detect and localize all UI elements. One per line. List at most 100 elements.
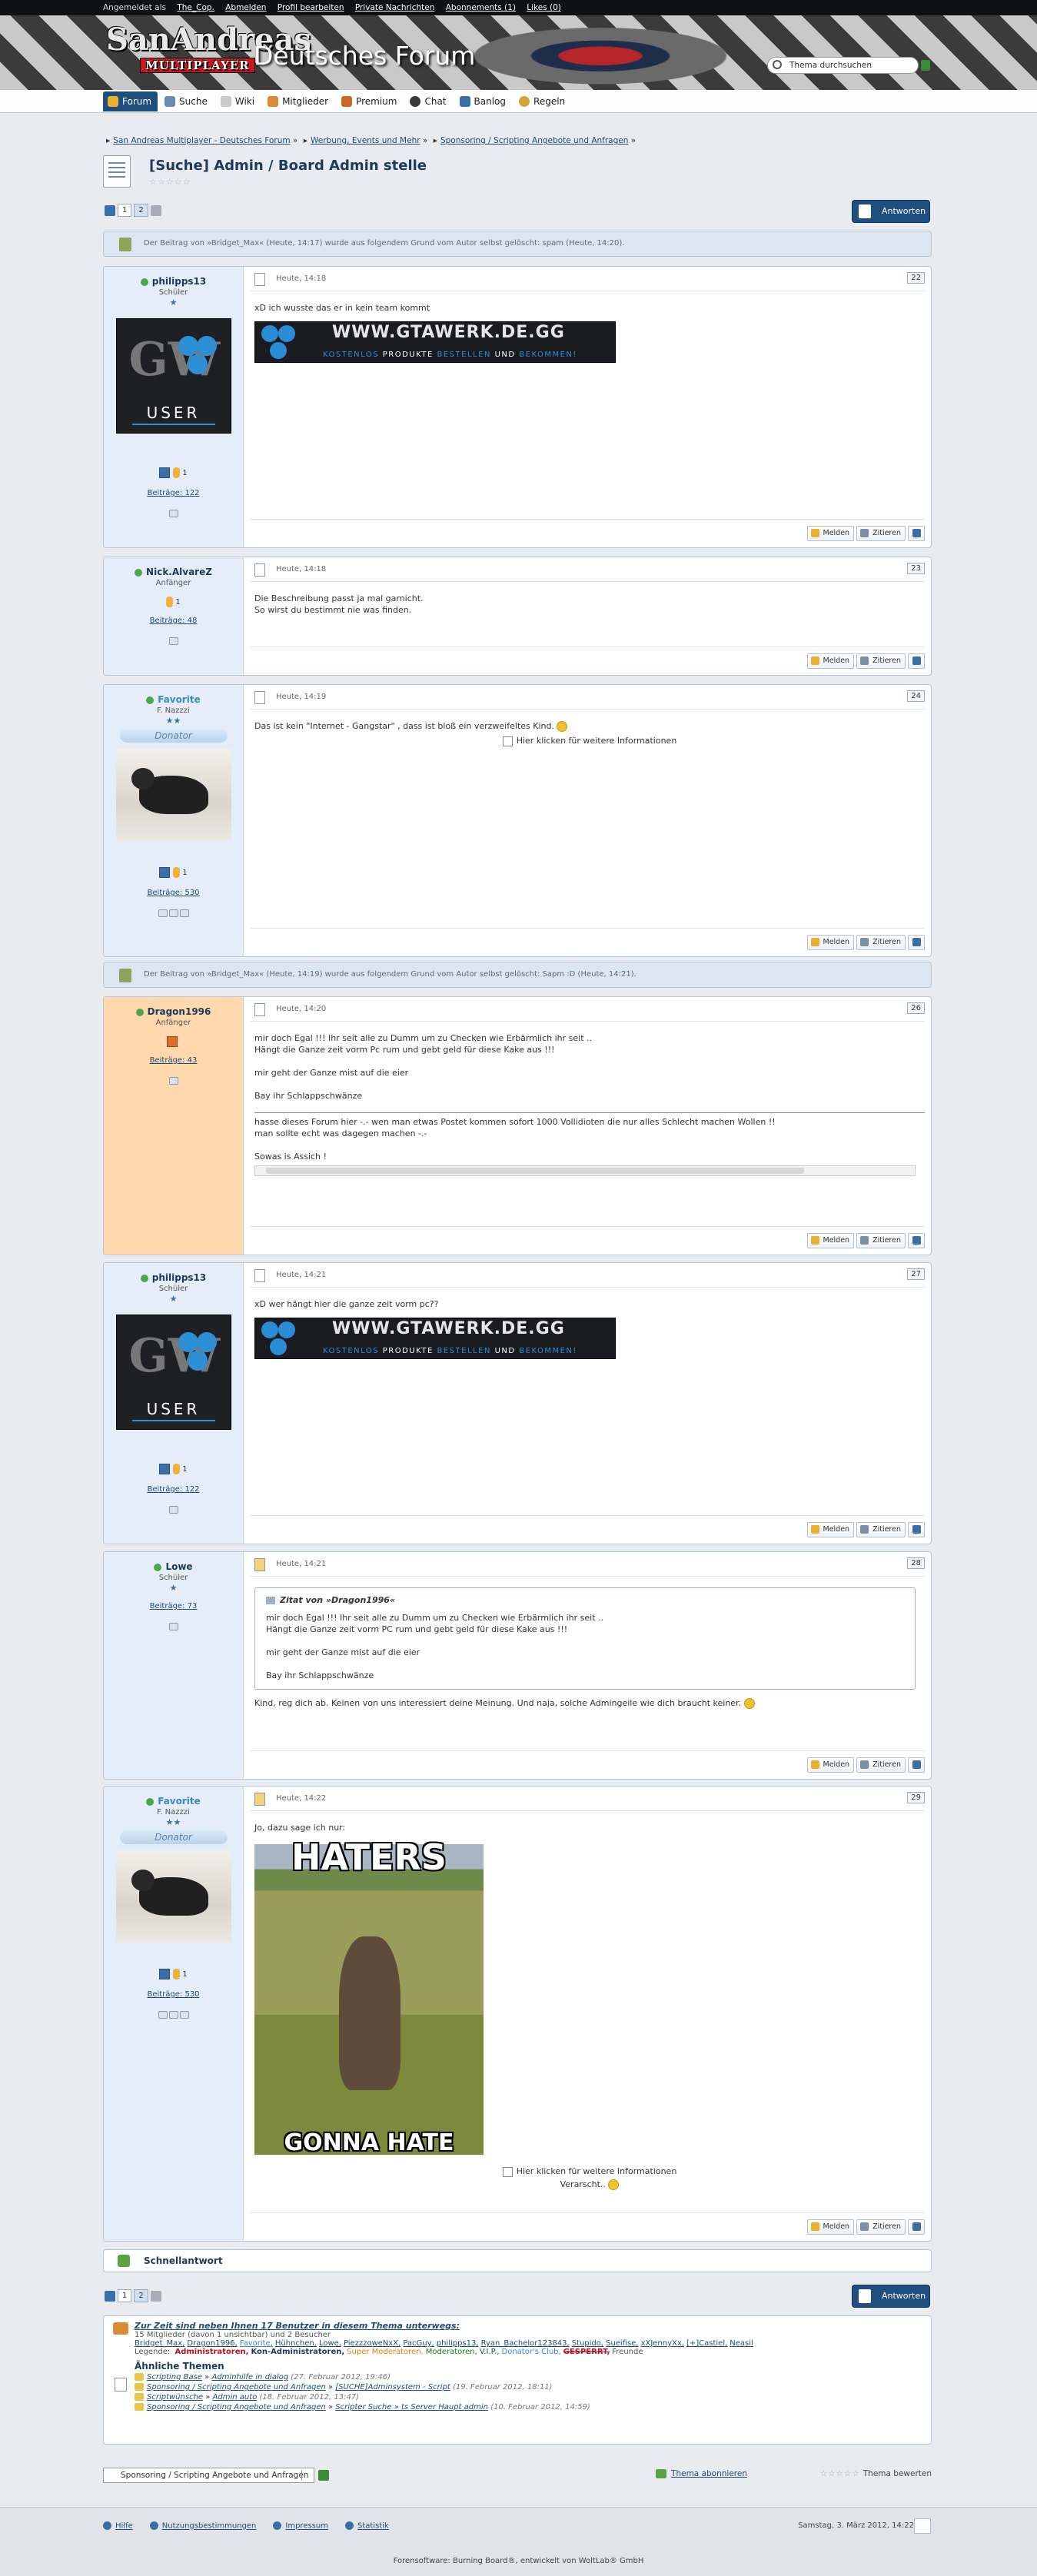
terms-link[interactable]: Nutzungsbestimmungen [150,2521,257,2531]
pager-more-icon[interactable] [150,2290,161,2302]
report-button[interactable]: Melden [806,1757,855,1773]
meme-image[interactable]: HATERS GONNA HATE [254,1840,484,2155]
report-button[interactable]: Melden [806,526,855,541]
help-link[interactable]: Hilfe [103,2521,133,2531]
tab-regeln[interactable]: Regeln [514,91,571,111]
homepage-icon[interactable] [158,909,168,917]
author-name[interactable]: Favorite [104,1796,243,1807]
scroll-top-button[interactable] [908,935,925,950]
message-icon[interactable] [179,909,189,917]
tab-suche[interactable]: Suche [160,91,214,111]
skype-icon[interactable] [168,2011,178,2019]
tab-premium[interactable]: Premium [337,91,403,111]
likes-link[interactable]: Likes (0) [527,3,561,12]
quote-button[interactable]: Zitieren [856,2219,906,2235]
tab-mitglieder[interactable]: Mitglieder [263,91,334,111]
avatar[interactable] [115,1850,231,1943]
breadcrumb-category[interactable]: Werbung, Events und Mehr [311,136,420,145]
scroll-top-button[interactable] [908,1522,925,1537]
scroll-top-button[interactable] [908,653,925,669]
skype-icon[interactable] [168,909,178,917]
homepage-icon[interactable] [158,2011,168,2019]
spoiler-toggle[interactable]: Hier klicken für weitere Informationen [254,2166,925,2177]
quote-button[interactable]: Zitieren [856,653,906,669]
author-name[interactable]: Dragon1996 [104,1006,243,1017]
report-button[interactable]: Melden [806,935,855,950]
signature-banner[interactable]: WWW.GTAWERK.DE.GG KOSTENLOS PRODUKTE BEST… [254,1318,616,1359]
private-messages-link[interactable]: Private Nachrichten [355,3,435,12]
page-1-link[interactable]: 1 [118,204,132,217]
post-number[interactable]: 22 [907,272,925,284]
scroll-top-button[interactable] [908,1233,925,1248]
author-name[interactable]: Nick.AlvareZ [104,567,243,577]
post-number[interactable]: 24 [907,690,925,702]
subscribe-link[interactable]: Thema abonnieren [656,2469,747,2478]
avatar[interactable] [115,749,231,841]
quick-reply-toggle[interactable]: Schnellantwort [103,2249,932,2272]
quote-author[interactable]: Zitat von »Dragon1996« [266,1594,904,1606]
post-count-link[interactable]: Beiträge: 48 [104,617,243,625]
post-number[interactable]: 23 [907,563,925,574]
thread-rating[interactable]: ☆☆☆☆☆ [149,177,191,187]
avatar[interactable]: GW USER [115,1315,231,1430]
board-jump-select[interactable]: Sponsoring / Scripting Angebote und Anfr… [103,2468,329,2483]
reply-button[interactable]: Antworten [852,2285,930,2308]
post-count-link[interactable]: Beiträge: 530 [104,889,243,897]
page-2-link[interactable]: 2 [134,2289,148,2302]
post-number[interactable]: 27 [907,1268,925,1280]
quote-button[interactable]: Zitieren [856,1522,906,1537]
edit-profile-link[interactable]: Profil bearbeiten [278,3,344,12]
username-link[interactable]: The_Cop. [177,3,214,12]
page-1-link[interactable]: 1 [118,2289,132,2302]
breadcrumb-home[interactable]: San Andreas Multiplayer - Deutsches Foru… [113,136,290,145]
signature-banner[interactable]: WWW.GTAWERK.DE.GG KOSTENLOS PRODUKTE BEST… [254,321,616,363]
online-heading[interactable]: Zur Zeit sind neben Ihnen 17 Benutzer in… [135,2321,923,2331]
post-count-link[interactable]: Beiträge: 122 [104,1485,243,1494]
logout-link[interactable]: Abmelden [225,3,266,12]
report-button[interactable]: Melden [806,653,855,669]
post-count-link[interactable]: Beiträge: 122 [104,489,243,497]
go-button[interactable] [318,2470,329,2481]
rate-thread[interactable]: ☆☆☆☆☆ Thema bewerten [820,2469,932,2478]
prev-page-icon[interactable] [105,2290,115,2302]
subscriptions-link[interactable]: Abonnements (1) [446,3,516,12]
breadcrumb-board[interactable]: Sponsoring / Scripting Angebote und Anfr… [440,136,628,145]
pager-more-icon[interactable] [150,204,161,216]
quote-button[interactable]: Zitieren [856,1757,906,1773]
tab-chat[interactable]: Chat [405,91,452,111]
quote-button[interactable]: Zitieren [856,1233,906,1248]
author-name[interactable]: philipps13 [104,1272,243,1283]
spoiler-toggle[interactable]: Hier klicken für weitere Informationen [254,735,925,746]
search-input[interactable]: Thema durchsuchen [767,57,930,74]
prev-page-icon[interactable] [105,204,115,216]
message-icon[interactable] [179,2011,189,2019]
post-count-link[interactable]: Beiträge: 73 [104,1602,243,1610]
post-number[interactable]: 26 [907,1002,925,1014]
post-count-link[interactable]: Beiträge: 530 [104,1990,243,1999]
author-name[interactable]: Favorite [104,694,243,705]
report-button[interactable]: Melden [806,1233,855,1248]
scroll-top-button[interactable] [908,526,925,541]
statistics-link[interactable]: Statistik [345,2521,389,2531]
page-2-link[interactable]: 2 [134,204,148,217]
post-number[interactable]: 28 [907,1557,925,1569]
tab-banlog[interactable]: Banlog [455,91,512,111]
message-icon[interactable] [168,1077,178,1085]
post-number[interactable]: 29 [907,1792,925,1803]
scroll-top-button[interactable] [914,2518,931,2534]
report-button[interactable]: Melden [806,1522,855,1537]
author-name[interactable]: philipps13 [104,276,243,287]
quote-button[interactable]: Zitieren [856,935,906,950]
search-submit-button[interactable] [921,60,930,71]
signature-scrollbar[interactable] [254,1165,916,1176]
author-name[interactable]: Lowe [104,1561,243,1572]
tab-wiki[interactable]: Wiki [216,91,261,111]
message-icon[interactable] [168,1623,178,1630]
reply-button[interactable]: Antworten [852,200,930,223]
message-icon[interactable] [168,637,178,645]
message-icon[interactable] [168,510,178,517]
scroll-top-button[interactable] [908,2219,925,2235]
avatar[interactable]: GW USER [115,318,231,434]
message-icon[interactable] [168,1506,178,1514]
quote-button[interactable]: Zitieren [856,526,906,541]
